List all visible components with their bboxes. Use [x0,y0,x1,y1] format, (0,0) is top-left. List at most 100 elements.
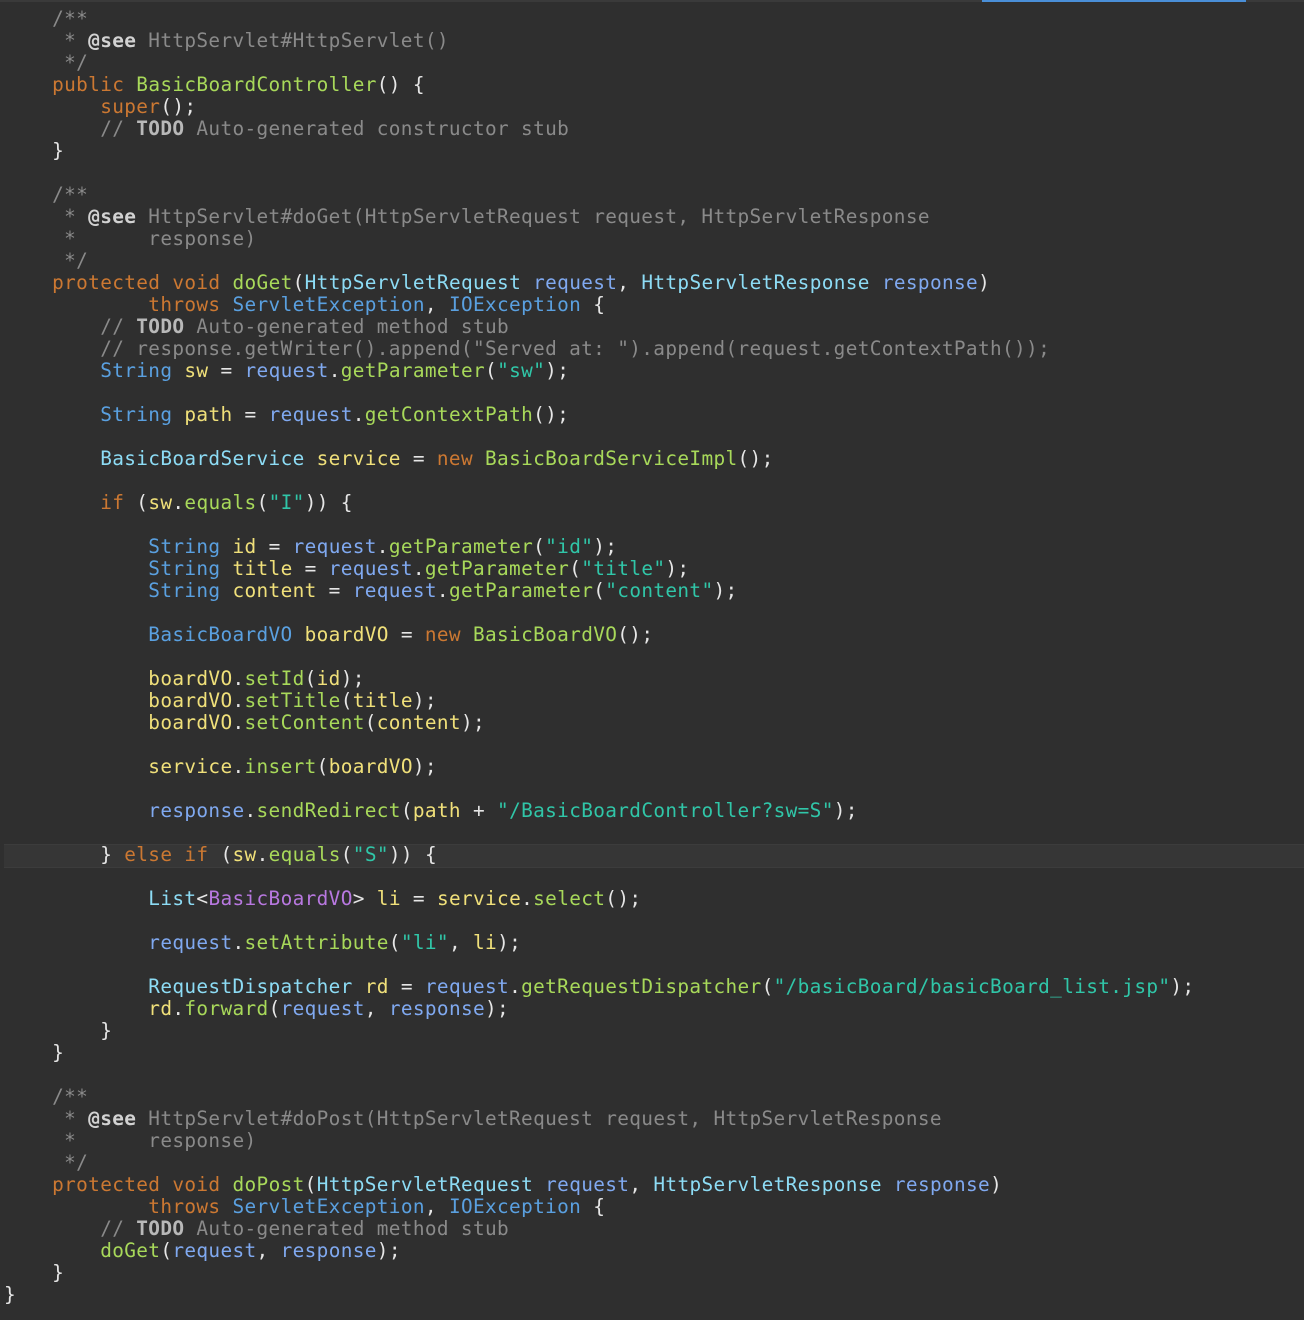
code-line[interactable]: * @see HttpServlet#doPost(HttpServletReq… [4,1108,1194,1130]
code-line[interactable]: */ [4,250,1194,272]
code-token-punct: (); [533,403,570,426]
code-line[interactable]: // response.getWriter().append("Served a… [4,338,1194,360]
code-token-punct: ) [990,1173,1003,1196]
code-line[interactable] [4,778,1194,800]
code-line[interactable]: List<BasicBoardVO> li = service.select()… [4,888,1194,910]
code-line[interactable]: request.setAttribute("li", li); [4,932,1194,954]
code-line[interactable]: * response) [4,228,1194,250]
code-line[interactable]: } else if (sw.equals("S")) { [4,844,1194,866]
scroll-indicator[interactable] [982,0,1246,2]
code-line[interactable]: RequestDispatcher rd = request.getReques… [4,976,1194,998]
code-token-punct: () { [376,73,425,96]
code-line[interactable]: String content = request.getParameter("c… [4,580,1194,602]
code-line[interactable]: String path = request.getContextPath(); [4,404,1194,426]
code-editor[interactable]: /** * @see HttpServlet#HttpServlet() */ … [0,0,1304,1320]
code-line[interactable] [4,646,1194,668]
code-token-punct: ( [593,579,606,602]
code-line[interactable]: } [4,1284,1194,1306]
code-line[interactable]: /** [4,1086,1194,1108]
code-line[interactable]: public BasicBoardController() { [4,74,1194,96]
code-token-method: doGet [100,1239,161,1262]
code-line[interactable]: String id = request.getParameter("id"); [4,536,1194,558]
code-line[interactable]: boardVO.setTitle(title); [4,690,1194,712]
code-line[interactable]: * response) [4,1130,1194,1152]
code-token-punct: . [244,799,257,822]
code-token-punct: ( [340,843,353,866]
code-line[interactable] [4,822,1194,844]
code-line[interactable]: } [4,1262,1194,1284]
code-line[interactable]: // TODO Auto-generated method stub [4,1218,1194,1240]
code-token-punct: = [316,579,353,602]
code-token-method: insert [244,755,317,778]
code-token-comment: Auto-generated method stub [184,315,510,338]
code-token-punct: ( [292,271,305,294]
code-line[interactable]: boardVO.setId(id); [4,668,1194,690]
code-line[interactable]: BasicBoardService service = new BasicBoa… [4,448,1194,470]
code-area[interactable]: /** * @see HttpServlet#HttpServlet() */ … [4,8,1194,1306]
code-token-punct: ( [268,997,281,1020]
code-token-punct: (); [617,623,654,646]
code-line[interactable]: // TODO Auto-generated method stub [4,316,1194,338]
code-line[interactable]: BasicBoardVO boardVO = new BasicBoardVO(… [4,624,1194,646]
code-line[interactable]: response.sendRedirect(path + "/BasicBoar… [4,800,1194,822]
code-line[interactable]: String sw = request.getParameter("sw"); [4,360,1194,382]
code-token-method: BasicBoardVO [472,623,618,646]
code-line[interactable]: } [4,1042,1194,1064]
code-line[interactable]: } [4,140,1194,162]
code-line[interactable]: boardVO.setContent(content); [4,712,1194,734]
code-token-punct: = [400,887,437,910]
code-token-type: HttpServletRequest [304,271,522,294]
code-line[interactable]: } [4,1020,1194,1042]
code-token-punct: ); [665,557,690,580]
code-line[interactable]: * @see HttpServlet#HttpServlet() [4,30,1194,52]
code-token-var: path [184,403,233,426]
code-line[interactable] [4,162,1194,184]
code-line[interactable]: */ [4,52,1194,74]
code-token-var: boardVO [148,667,233,690]
code-token-method: setId [244,667,305,690]
code-line[interactable] [4,1064,1194,1086]
code-line[interactable] [4,382,1194,404]
code-line[interactable] [4,954,1194,976]
code-line[interactable]: String title = request.getParameter("tit… [4,558,1194,580]
code-token-method: equals [268,843,341,866]
code-line[interactable]: if (sw.equals("I")) { [4,492,1194,514]
code-token-punct: ( [400,799,413,822]
code-token-punct: ); [460,711,486,734]
code-token-str: "id" [545,535,594,558]
code-line[interactable]: protected void doPost(HttpServletRequest… [4,1174,1194,1196]
code-line[interactable]: doGet(request, response); [4,1240,1194,1262]
code-line[interactable]: throws ServletException, IOException { [4,1196,1194,1218]
code-token-str: "sw" [497,359,546,382]
code-token-punct: ); [485,997,510,1020]
code-line[interactable] [4,602,1194,624]
code-line[interactable]: // TODO Auto-generated constructor stub [4,118,1194,140]
code-line[interactable] [4,514,1194,536]
code-line[interactable] [4,734,1194,756]
code-line[interactable]: /** [4,184,1194,206]
code-line[interactable]: super(); [4,96,1194,118]
code-token-type: HttpServletRequest [316,1173,534,1196]
code-line[interactable] [4,866,1194,888]
code-line[interactable]: rd.forward(request, response); [4,998,1194,1020]
code-line[interactable]: */ [4,1152,1194,1174]
code-line[interactable] [4,426,1194,448]
code-line[interactable]: /** [4,8,1194,30]
code-line[interactable]: service.insert(boardVO); [4,756,1194,778]
code-line[interactable] [4,470,1194,492]
code-line[interactable]: * @see HttpServlet#doGet(HttpServletRequ… [4,206,1194,228]
code-line[interactable] [4,910,1194,932]
code-line[interactable]: protected void doGet(HttpServletRequest … [4,272,1194,294]
code-line[interactable]: throws ServletException, IOException { [4,294,1194,316]
